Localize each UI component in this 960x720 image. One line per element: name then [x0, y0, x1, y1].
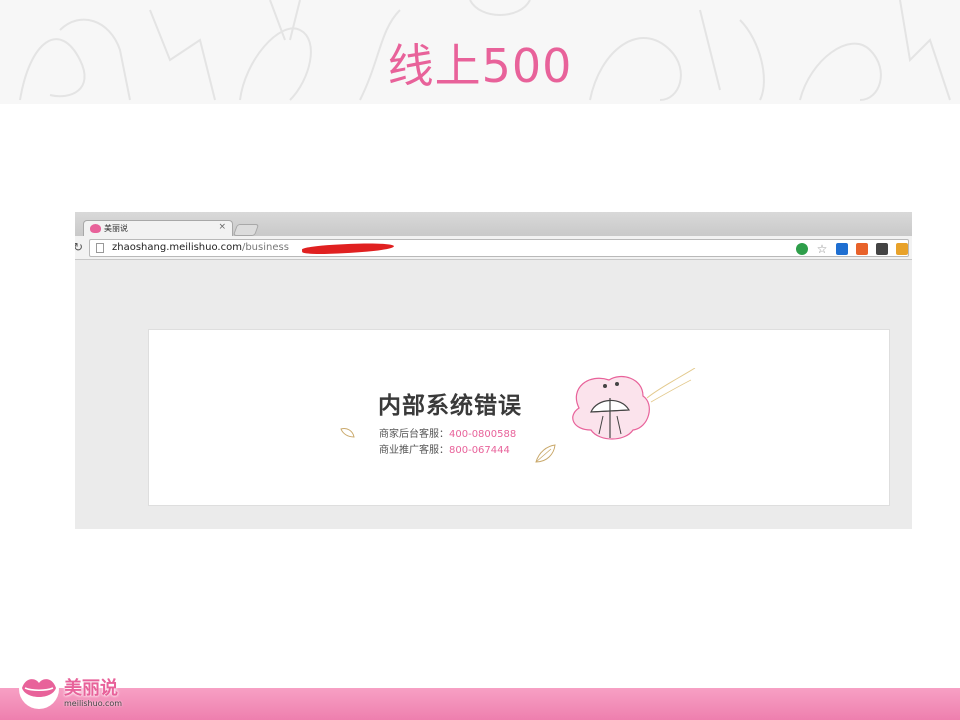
browser-screenshot: 美丽说 × ↻ zhaoshang.meilishuo.com/business… — [75, 212, 912, 529]
favicon-lips-icon — [90, 224, 101, 233]
url-path: /business — [241, 242, 289, 253]
browser-tab[interactable]: 美丽说 × — [83, 220, 233, 237]
extension-icons: ☆ — [796, 242, 908, 256]
address-bar[interactable]: zhaoshang.meilishuo.com/business ☆ — [89, 239, 909, 257]
contact-number: 400-0800588 — [449, 429, 517, 440]
leaf-icon — [535, 444, 556, 463]
error-title: 内部系统错误 — [378, 393, 522, 419]
slide: 线上500 美丽说 × ↻ zhaoshang.meilishuo.com/bu… — [0, 0, 960, 720]
footer-bar — [0, 688, 960, 720]
close-icon[interactable]: × — [218, 222, 226, 232]
umbrella-girl-illustration — [572, 368, 696, 440]
error-page-card: 内部系统错误 商家后台客服：400-0800588 商业推广客服：800-067… — [148, 329, 890, 506]
contact-number: 800-067444 — [449, 445, 510, 456]
browser-toolbar: ↻ zhaoshang.meilishuo.com/business ☆ — [75, 236, 912, 260]
contact-label: 商家后台客服： — [379, 429, 449, 440]
lips-logo-icon — [19, 669, 59, 709]
new-tab-button[interactable] — [232, 224, 260, 236]
url-host: zhaoshang.meilishuo.com — [112, 242, 242, 253]
extension-icon[interactable] — [896, 243, 908, 255]
extension-icon[interactable] — [856, 243, 868, 255]
page-icon — [96, 243, 104, 253]
tab-strip: 美丽说 × — [75, 212, 912, 237]
extension-icon[interactable] — [836, 243, 848, 255]
url-text: zhaoshang.meilishuo.com/business — [112, 242, 289, 253]
logo-text-cn: 美丽说 — [64, 678, 118, 699]
contact-row: 商家后台客服：400-0800588 — [379, 425, 516, 440]
shield-icon[interactable] — [796, 243, 808, 255]
pocket-icon[interactable] — [876, 243, 888, 255]
tab-title: 美丽说 — [104, 224, 128, 233]
star-icon[interactable]: ☆ — [816, 243, 828, 255]
slide-title: 线上500 — [387, 39, 573, 93]
contact-row: 商业推广客服：800-067444 — [379, 441, 510, 456]
logo-text-en: meilishuo.com — [64, 699, 123, 708]
redaction-mark — [301, 241, 395, 256]
contact-label: 商业推广客服： — [379, 445, 449, 456]
leaf-icon — [340, 428, 355, 438]
brand-logo: 美丽说 meilishuo.com — [12, 664, 142, 716]
reload-icon[interactable]: ↻ — [75, 240, 83, 254]
